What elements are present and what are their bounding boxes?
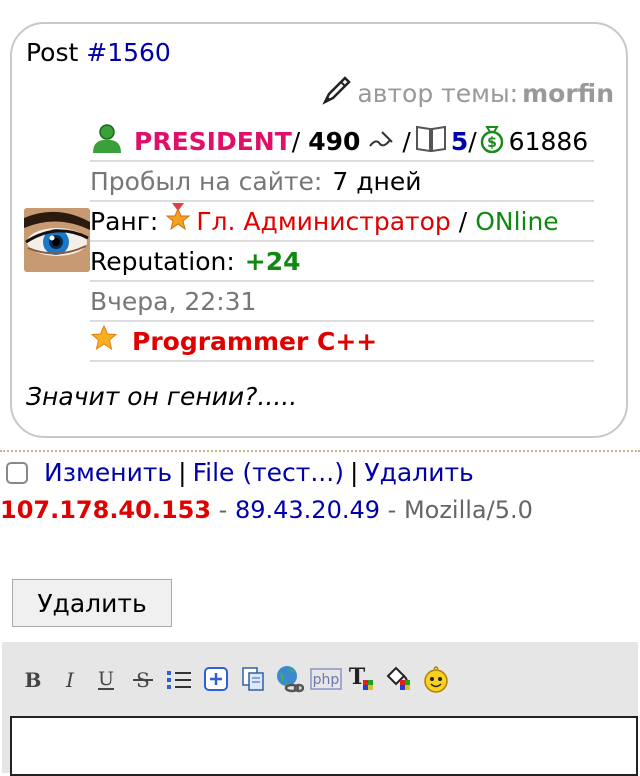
write-icon bbox=[368, 127, 394, 156]
user-icon bbox=[90, 123, 124, 159]
bold-icon[interactable]: B bbox=[16, 662, 50, 696]
title-badge-row: Programmer C++ bbox=[90, 322, 594, 362]
select-checkbox[interactable] bbox=[6, 461, 28, 484]
fill-color-icon[interactable] bbox=[382, 662, 416, 696]
link-icon[interactable] bbox=[272, 662, 306, 696]
topic-author: автор темы: morfin bbox=[321, 74, 614, 112]
post-label: Post bbox=[26, 38, 87, 67]
last-seen: Вчера, 22:31 bbox=[90, 286, 257, 316]
copy-icon[interactable] bbox=[236, 662, 270, 696]
ip-address-2[interactable]: 89.43.20.49 bbox=[235, 496, 380, 524]
italic-icon[interactable]: I bbox=[53, 662, 87, 696]
rank-row: Ранг: Гл. Администратор / ONline bbox=[90, 202, 594, 242]
svg-text:$: $ bbox=[487, 135, 497, 151]
delete-button[interactable]: Удалить bbox=[12, 579, 172, 627]
rank-label: Ранг: bbox=[90, 206, 159, 236]
book-icon bbox=[415, 123, 447, 159]
post-number-link[interactable]: #1560 bbox=[86, 38, 171, 67]
text-color-icon[interactable]: T bbox=[345, 662, 379, 696]
separator: - bbox=[380, 496, 404, 524]
separator: - bbox=[211, 496, 235, 524]
file-link[interactable]: File (тест...) bbox=[193, 458, 344, 487]
online-status: ONline bbox=[475, 206, 559, 236]
money-amount: 61886 bbox=[508, 126, 589, 156]
post-card: Post #1560 автор темы: morfin PRESIDENT … bbox=[10, 22, 628, 438]
post-message: Значит он гении?..... bbox=[26, 382, 298, 411]
separator: / bbox=[402, 126, 411, 156]
svg-text:I: I bbox=[65, 668, 75, 691]
smiley-icon[interactable] bbox=[419, 662, 453, 696]
ip-line: 107.178.40.153 - 89.43.20.49 - Mozilla/5… bbox=[0, 496, 533, 524]
last-seen-row: Вчера, 22:31 bbox=[90, 282, 594, 322]
posts-count: 490 bbox=[308, 126, 361, 156]
spoiler-icon[interactable] bbox=[199, 662, 233, 696]
svg-text:php: php bbox=[312, 672, 339, 688]
separator: | bbox=[178, 458, 187, 487]
time-on-site-row: Пробыл на сайте: 7 дней bbox=[90, 162, 594, 202]
separator: / bbox=[458, 206, 468, 236]
php-icon[interactable]: php bbox=[309, 662, 343, 696]
topic-author-name[interactable]: morfin bbox=[522, 79, 614, 108]
books-count: 5 bbox=[450, 126, 469, 156]
reputation-label: Reputation: bbox=[90, 246, 235, 276]
star-icon bbox=[90, 324, 118, 358]
time-on-site-label: Пробыл на сайте: bbox=[90, 166, 323, 196]
strikethrough-icon[interactable]: S bbox=[126, 662, 160, 696]
ip-address[interactable]: 107.178.40.153 bbox=[0, 496, 211, 524]
separator: / bbox=[468, 126, 477, 156]
separator: / bbox=[291, 126, 301, 156]
user-agent: Mozilla/5.0 bbox=[403, 496, 533, 524]
status-row: PRESIDENT / 490 / 5 / $ 61886 bbox=[90, 122, 594, 162]
underline-icon[interactable]: U bbox=[89, 662, 123, 696]
svg-text:U: U bbox=[98, 668, 114, 690]
time-on-site-value: 7 дней bbox=[332, 166, 422, 196]
pen-icon bbox=[321, 74, 353, 112]
rank-value: Гл. Администратор bbox=[196, 206, 451, 236]
reputation-value[interactable]: +24 bbox=[245, 247, 301, 276]
user-status: PRESIDENT bbox=[134, 126, 292, 156]
editor-toolbar: B I U S php T bbox=[2, 642, 638, 776]
delete-link[interactable]: Удалить bbox=[364, 458, 473, 487]
edit-link[interactable]: Изменить bbox=[44, 458, 172, 487]
title-badge: Programmer C++ bbox=[132, 326, 378, 356]
reputation-row: Reputation: +24 bbox=[90, 242, 594, 282]
money-bag-icon: $ bbox=[477, 123, 507, 159]
separator: | bbox=[349, 458, 359, 487]
message-editor[interactable] bbox=[10, 716, 638, 776]
topic-author-label: автор темы: bbox=[357, 78, 519, 108]
medal-icon bbox=[164, 203, 192, 239]
post-actions: Изменить | File (тест...) | Удалить bbox=[6, 458, 474, 487]
avatar[interactable] bbox=[24, 208, 90, 272]
list-icon[interactable] bbox=[162, 662, 196, 696]
user-info: PRESIDENT / 490 / 5 / $ 61886 Пробыл на … bbox=[90, 122, 594, 362]
divider bbox=[0, 450, 640, 452]
post-header: Post #1560 bbox=[26, 38, 171, 67]
svg-text:B: B bbox=[25, 668, 42, 691]
